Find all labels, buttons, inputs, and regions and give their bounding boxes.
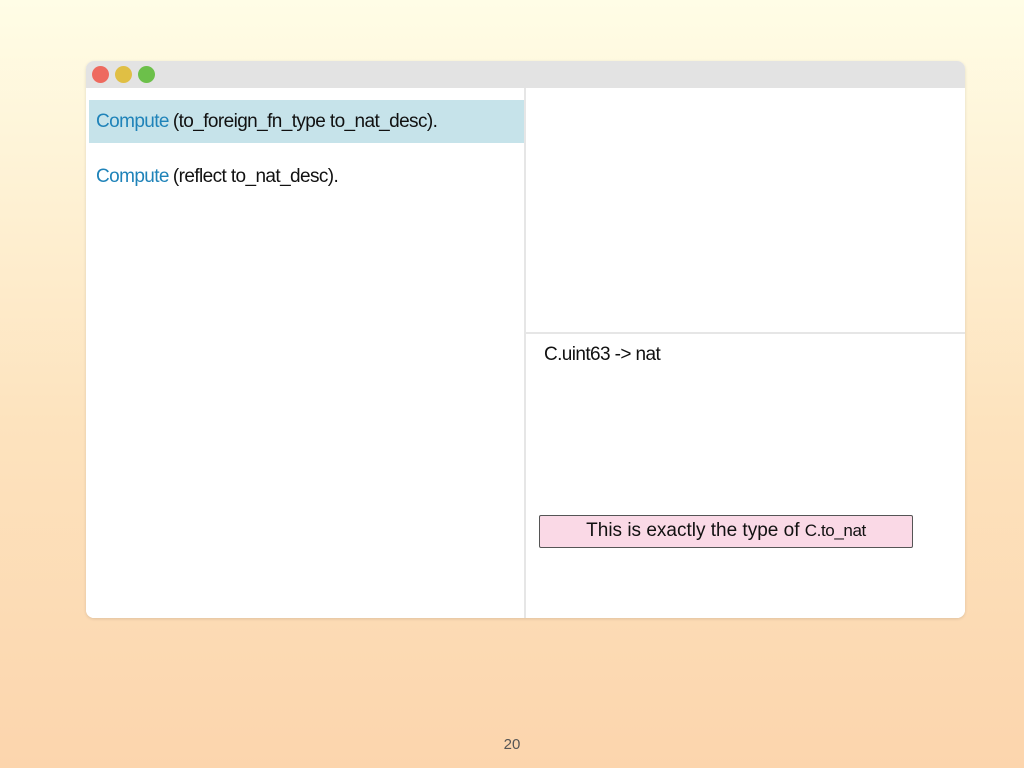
goals-pane bbox=[526, 88, 965, 334]
app-window: Compute (to_foreign_fn_type to_nat_desc).… bbox=[86, 61, 965, 618]
editor-line-1[interactable]: Compute (to_foreign_fn_type to_nat_desc). bbox=[89, 100, 524, 143]
page-number: 20 bbox=[503, 736, 521, 753]
response-output: C.uint63 -> nat bbox=[544, 344, 661, 365]
editor-line-2[interactable]: Compute (reflect to_nat_desc). bbox=[89, 155, 524, 198]
script-editor-pane[interactable]: Compute (to_foreign_fn_type to_nat_desc).… bbox=[86, 88, 526, 618]
command-argument: (to_foreign_fn_type to_nat_desc). bbox=[172, 111, 438, 132]
compute-keyword: Compute bbox=[96, 111, 170, 132]
maximize-window-button[interactable] bbox=[138, 66, 155, 83]
minimize-window-button[interactable] bbox=[115, 66, 132, 83]
annotation-callout: This is exactly the type of C.to_nat bbox=[539, 515, 913, 548]
close-window-button[interactable] bbox=[92, 66, 109, 83]
window-titlebar bbox=[86, 61, 965, 88]
annotation-text: This is exactly the type of bbox=[586, 520, 800, 541]
command-argument: (reflect to_nat_desc). bbox=[172, 166, 339, 187]
response-pane: C.uint63 -> nat This is exactly the type… bbox=[526, 334, 965, 618]
annotation-code: C.to_nat bbox=[804, 521, 866, 540]
compute-keyword: Compute bbox=[96, 166, 170, 187]
